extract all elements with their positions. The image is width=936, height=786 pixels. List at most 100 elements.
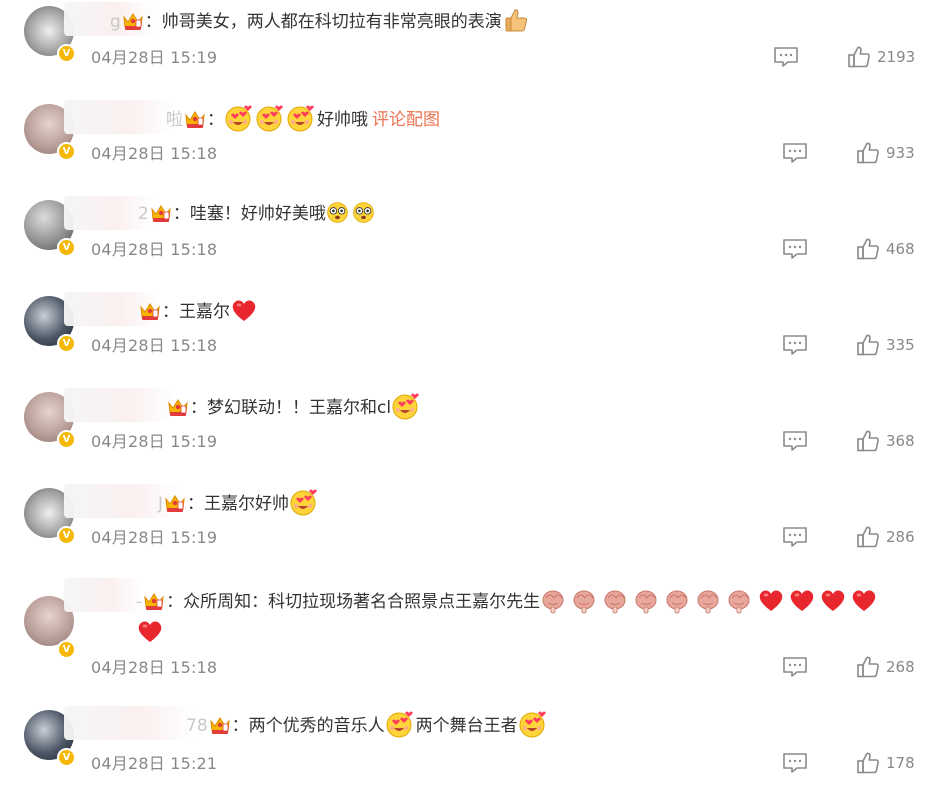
like-button[interactable]: 335 [856,333,915,357]
thumbs-up-outline-icon [856,237,880,261]
red-heart-icon [819,586,847,614]
reply-button[interactable] [773,46,799,68]
thumbs-up-outline-icon [856,655,880,679]
reply-button[interactable] [782,334,808,356]
crown-member-icon [150,203,172,223]
thumbs-up-outline-icon [856,333,880,357]
red-heart-icon [230,296,258,324]
comment-timestamp: 04月28日 15:18 [91,336,218,355]
red-heart-icon [850,586,878,614]
comment-body: ：王嘉尔 [162,302,230,322]
heart-eyes-face-icon [286,104,314,132]
comment-item: V 2 ：哇塞！好帅好美哦 04月28日 15:18 468 [0,194,936,290]
comment-text: - ：众所周知：科切拉现场著名合照景点王嘉尔先生 [136,586,906,648]
like-count: 335 [886,336,915,354]
comment-text: 2 ：哇塞！好帅好美哦 [138,200,906,228]
username-redacted [64,100,174,134]
reply-button[interactable] [782,656,808,678]
comment-bubble-icon [782,656,808,678]
comment-bubble-icon [782,752,808,774]
comment-item: V ：王嘉尔 04月28日 15:18 335 [0,290,936,386]
thumbs-up-outline-icon [856,429,880,453]
reply-button[interactable] [782,142,808,164]
comment-image-link[interactable]: 评论配图 [372,110,440,130]
comment-text: 啦 ： 好帅哦 评论配图 [166,104,906,134]
comment-timestamp: 04月28日 15:18 [91,144,218,163]
roasted-chicken-icon [695,586,723,614]
comment-body: ：王嘉尔好帅 [187,494,290,514]
username-fragment: 2 [138,204,149,224]
like-count: 286 [886,528,915,546]
heart-eyes-face-icon [289,488,317,516]
comment-body-tail: 两个舞台王者 [415,716,518,736]
roasted-chicken-icon [571,586,599,614]
username-fragment: g [110,12,121,32]
verified-v-badge-icon: V [57,44,76,63]
like-button[interactable]: 286 [856,525,915,549]
crown-member-icon [209,715,231,735]
like-button[interactable]: 933 [856,141,915,165]
comment-bubble-icon [782,334,808,356]
comment-timestamp: 04月28日 15:18 [91,240,218,259]
thumbs-up-outline-icon [856,751,880,775]
verified-v-badge-icon: V [57,748,76,767]
verified-v-badge-icon: V [57,238,76,257]
crown-member-icon [122,11,144,31]
like-button[interactable]: 178 [856,751,915,775]
reply-button[interactable] [782,238,808,260]
roasted-chicken-icon [633,586,661,614]
comment-body: ：两个优秀的音乐人 [231,716,385,736]
comment-item: V ：梦幻联动！！王嘉尔和cl 04月28日 15:19 368 [0,386,936,482]
comment-bubble-icon [773,46,799,68]
roasted-chicken-icon [540,586,568,614]
like-count: 368 [886,432,915,450]
roasted-chicken-icon [664,586,692,614]
comment-item: V J ：王嘉尔好帅 04月28日 15:19 286 [0,482,936,578]
red-heart-icon [757,586,785,614]
comment-text: ：王嘉尔 [138,296,906,326]
username-fragment: - [136,592,143,612]
comment-bubble-icon [782,142,808,164]
roasted-chicken-icon [726,586,754,614]
crown-member-icon [143,591,165,611]
verified-v-badge-icon: V [57,430,76,449]
comment-timestamp: 04月28日 15:18 [91,658,218,677]
reply-button[interactable] [782,526,808,548]
verified-v-badge-icon: V [57,526,76,545]
comment-text: 78 ：两个优秀的音乐人 两个舞台王者 [186,710,906,740]
like-count: 933 [886,144,915,162]
like-button[interactable]: 368 [856,429,915,453]
comment-body: ：哇塞！好帅好美哦 [172,204,326,224]
like-button[interactable]: 268 [856,655,915,679]
thumbs-up-icon [502,6,530,34]
crown-member-icon [139,301,161,321]
comment-body: ： [207,110,224,130]
verified-v-badge-icon: V [57,334,76,353]
comment-bubble-icon [782,238,808,260]
heart-eyes-face-icon [385,710,413,738]
like-count: 178 [886,754,915,772]
heart-eyes-face-icon [518,710,546,738]
dizzy-face-icon [326,201,349,224]
comment-bubble-icon [782,526,808,548]
verified-v-badge-icon: V [57,640,76,659]
comment-item: Vg ：帅哥美女，两人都在科切拉有非常亮眼的表演 04月28日 15:19 2193 [0,0,936,96]
red-heart-icon [788,586,816,614]
username-redacted [64,578,144,612]
like-count: 268 [886,658,915,676]
like-button[interactable]: 2193 [847,45,915,69]
comment-body: ：梦幻联动！！王嘉尔和cl [190,398,392,418]
heart-eyes-face-icon [224,104,252,132]
thumbs-up-outline-icon [856,141,880,165]
crown-member-icon [167,397,189,417]
comment-item: V 78 ：两个优秀的音乐人 两个舞台王者 04月28日 15:21 178 [0,704,936,786]
reply-button[interactable] [782,430,808,452]
comment-timestamp: 04月28日 15:19 [91,528,218,547]
comment-item: V 啦 ： 好帅哦 评论配图 04月28日 15:18 933 [0,98,936,194]
red-heart-icon [136,617,164,645]
username-redacted [64,388,174,422]
reply-button[interactable] [782,752,808,774]
comment-body-tail: 好帅哦 [317,110,368,130]
like-button[interactable]: 468 [856,237,915,261]
username-fragment: J [158,494,164,514]
